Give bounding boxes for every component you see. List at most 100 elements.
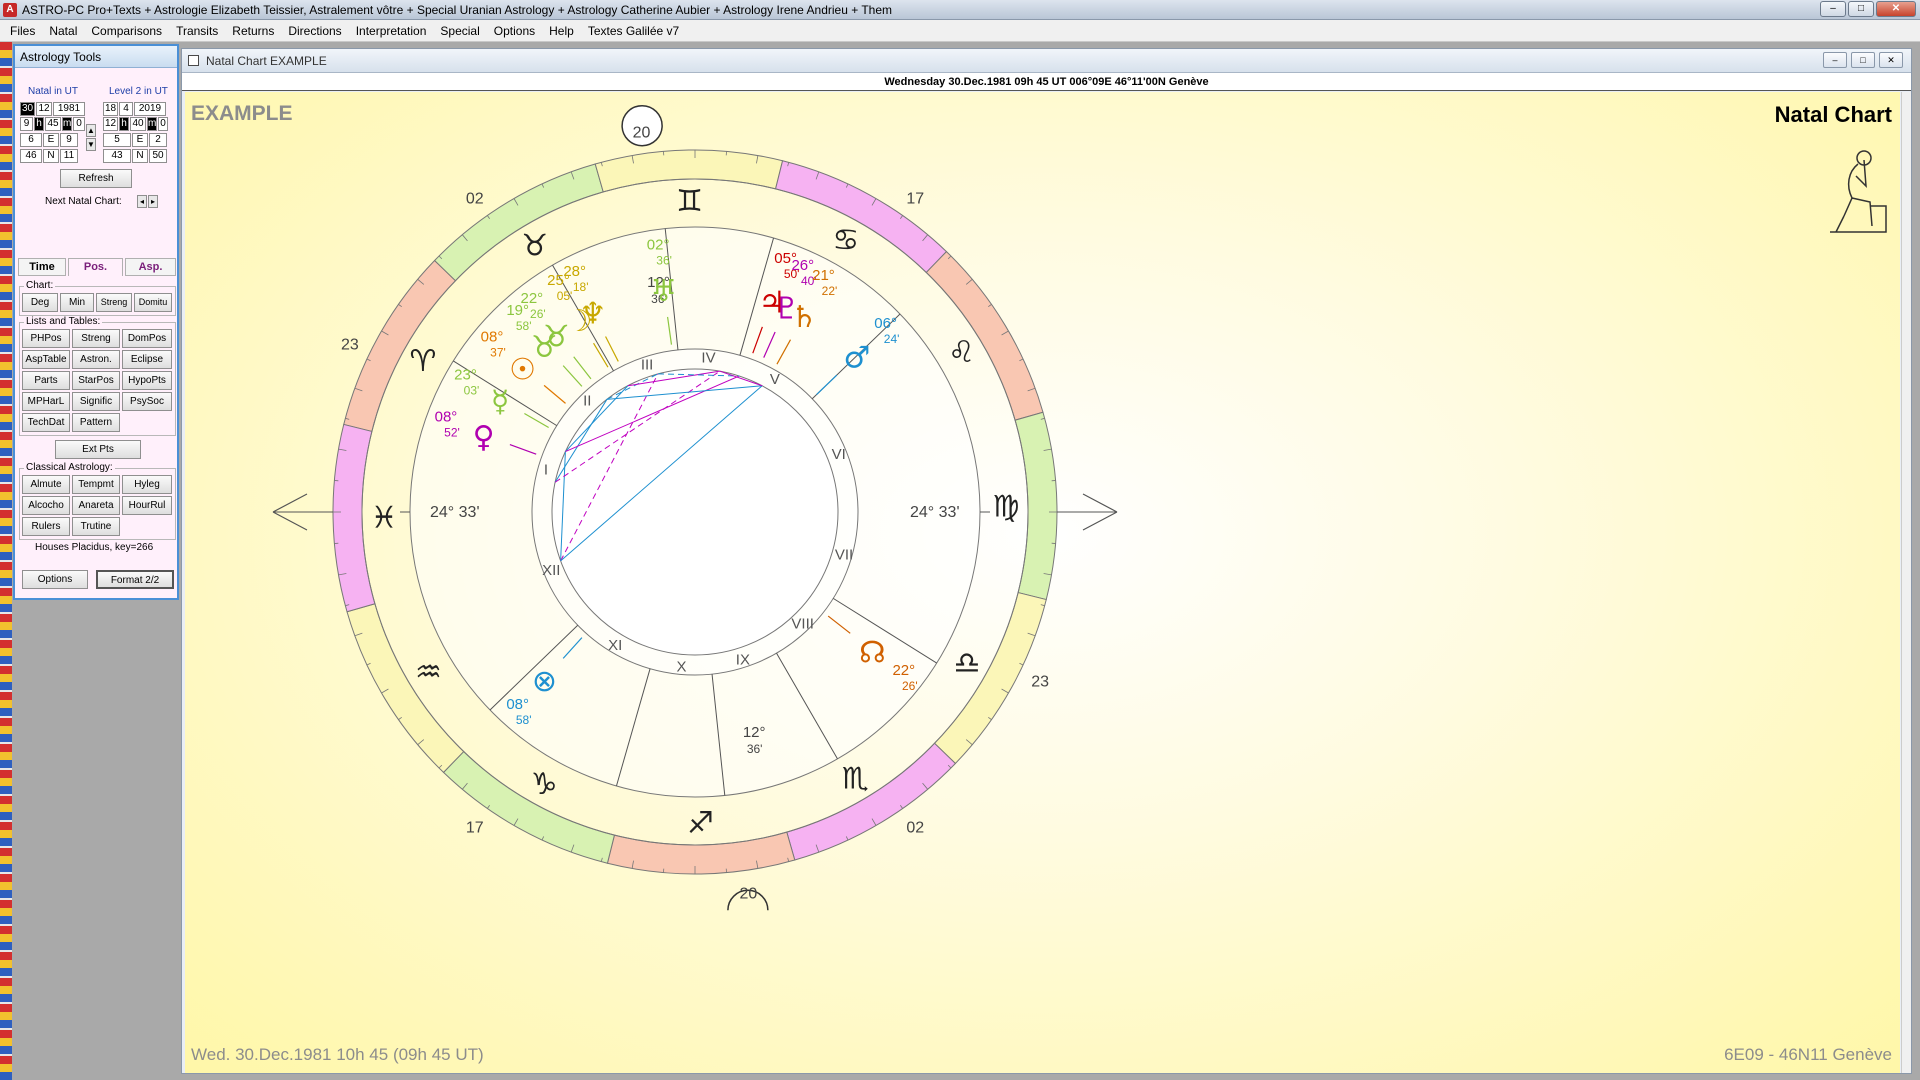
level2-day-field[interactable]: 18 <box>103 102 118 116</box>
refresh-button[interactable]: Refresh <box>60 169 132 188</box>
next-natal-label: Next Natal Chart: <box>45 196 122 207</box>
natal-wheel[interactable]: ♈♉♊♋♌♍♎♏♐♑♒♓IIIIII IVVVIVIIVIIIIXXXIXII20… <box>185 92 1900 1073</box>
natal-lon-dir-field[interactable]: E <box>43 133 59 147</box>
zodiac-sign-icon: ♉ <box>521 228 548 263</box>
menu-special[interactable]: Special <box>433 24 486 38</box>
anareta-button[interactable]: Anareta <box>72 496 120 515</box>
signific-button[interactable]: Signific <box>72 392 120 411</box>
level2-lon-min-field[interactable]: 2 <box>149 133 167 147</box>
menu-interpretation[interactable]: Interpretation <box>349 24 434 38</box>
menu-files[interactable]: Files <box>3 24 42 38</box>
chart-restore-button[interactable]: □ <box>1851 52 1875 68</box>
mpharl-button[interactable]: MPHarL <box>22 392 70 411</box>
level2-month-field[interactable]: 4 <box>119 102 133 116</box>
minimize-button[interactable]: – <box>1820 1 1846 17</box>
techdat-button[interactable]: TechDat <box>22 413 70 432</box>
menu-comparisons[interactable]: Comparisons <box>84 24 169 38</box>
level2-year-field[interactable]: 2019 <box>134 102 166 116</box>
options-button[interactable]: Options <box>22 570 88 589</box>
planet-minute-label: 22' <box>822 284 838 298</box>
natal-lon-min-field[interactable]: 9 <box>60 133 78 147</box>
hourrul-button[interactable]: HourRul <box>122 496 172 515</box>
tab-asp[interactable]: Asp. <box>125 258 176 276</box>
astron-button[interactable]: Astron. <box>72 350 120 369</box>
menu-returns[interactable]: Returns <box>225 24 281 38</box>
format-button[interactable]: Format 2/2 <box>96 570 174 589</box>
spin-down-icon[interactable]: ▼ <box>86 138 96 151</box>
title-bar: A ASTRO-PC Pro+Texts + Astrologie Elizab… <box>0 0 1920 20</box>
vertical-scrollbar[interactable] <box>1901 92 1911 1073</box>
dompos-button[interactable]: DomPos <box>122 329 172 348</box>
domitu-button[interactable]: Domitu <box>134 293 172 312</box>
level2-second-field[interactable]: 0 <box>158 117 168 131</box>
natal-hour-field[interactable]: 9 <box>20 117 33 131</box>
natal-minute-field[interactable]: 45 <box>45 117 61 131</box>
planet-minute-label: 37' <box>490 346 506 360</box>
natal-lat-deg-field[interactable]: 46 <box>20 149 42 163</box>
deg-button[interactable]: Deg <box>22 293 58 312</box>
starpos-button[interactable]: StarPos <box>72 371 120 390</box>
prev-chart-icon[interactable]: ◂ <box>137 195 147 208</box>
psysoc-button[interactable]: PsySoc <box>122 392 172 411</box>
menu-transits[interactable]: Transits <box>169 24 225 38</box>
cusp-degree-label: 23 <box>341 337 359 354</box>
hypopts-button[interactable]: HypoPts <box>122 371 172 390</box>
asc-degree-label: 24° 33' <box>430 504 480 521</box>
trutine-button[interactable]: Trutine <box>72 517 120 536</box>
tempmt-button[interactable]: Tempmt <box>72 475 120 494</box>
menu-textes-galilee[interactable]: Textes Galilée v7 <box>581 24 686 38</box>
asptable-button[interactable]: AspTable <box>22 350 70 369</box>
natal-chart-window: Natal Chart EXAMPLE – □ ✕ Wednesday 30.D… <box>181 48 1912 1074</box>
alcocho-button[interactable]: Alcocho <box>22 496 70 515</box>
streng-list-button[interactable]: Streng <box>72 329 120 348</box>
pattern-button[interactable]: Pattern <box>72 413 120 432</box>
min-button[interactable]: Min <box>60 293 94 312</box>
ext-pts-button[interactable]: Ext Pts <box>55 440 141 459</box>
rulers-button[interactable]: Rulers <box>22 517 70 536</box>
eclipse-button[interactable]: Eclipse <box>122 350 172 369</box>
level2-lon-dir-field[interactable]: E <box>132 133 148 147</box>
natal-year-field[interactable]: 1981 <box>53 102 85 116</box>
natal-lon-deg-field[interactable]: 6 <box>20 133 42 147</box>
tab-pos[interactable]: Pos. <box>68 258 123 276</box>
house-numeral: I <box>544 461 548 478</box>
aspect-circle <box>551 368 839 656</box>
menu-help[interactable]: Help <box>542 24 581 38</box>
natal-month-field[interactable]: 12 <box>36 102 52 116</box>
streng-chart-button[interactable]: Streng <box>96 293 132 312</box>
phpos-button[interactable]: PHPos <box>22 329 70 348</box>
level2-lon-deg-field[interactable]: 5 <box>103 133 131 147</box>
menu-natal[interactable]: Natal <box>42 24 84 38</box>
dsc-degree-label: 24° 33' <box>910 504 960 521</box>
planet-minute-label: 58' <box>516 713 532 727</box>
chart-window-title: Natal Chart EXAMPLE <box>206 54 327 68</box>
level2-hour-field[interactable]: 12 <box>103 117 118 131</box>
chart-close-button[interactable]: ✕ <box>1879 52 1903 68</box>
next-chart-icon[interactable]: ▸ <box>148 195 158 208</box>
tab-time[interactable]: Time <box>18 258 66 276</box>
level2-lat-deg-field[interactable]: 43 <box>103 149 131 163</box>
natal-second-field[interactable]: 0 <box>73 117 85 131</box>
level2-lat-min-field[interactable]: 50 <box>149 149 167 163</box>
planet-degree-label: 28° <box>563 263 586 280</box>
natal-lat-dir-field[interactable]: N <box>43 149 59 163</box>
menu-directions[interactable]: Directions <box>281 24 348 38</box>
spin-up-icon[interactable]: ▲ <box>86 124 96 137</box>
planet-glyph-icon: ⊗ <box>532 664 557 699</box>
window-controls: – □ ✕ <box>1820 1 1916 17</box>
close-button[interactable]: ✕ <box>1876 1 1916 17</box>
natal-lat-min-field[interactable]: 11 <box>60 149 78 163</box>
planet-glyph-icon: ♉ <box>543 320 570 355</box>
level2-lat-dir-field[interactable]: N <box>132 149 148 163</box>
maximize-button[interactable]: □ <box>1848 1 1874 17</box>
parts-button[interactable]: Parts <box>22 371 70 390</box>
level2-minute-field[interactable]: 40 <box>130 117 146 131</box>
natal-day-field[interactable]: 30 <box>20 102 35 116</box>
chart-minimize-button[interactable]: – <box>1823 52 1847 68</box>
zodiac-sign-icon: ♏ <box>842 762 869 797</box>
app-icon: A <box>3 3 17 17</box>
almute-button[interactable]: Almute <box>22 475 70 494</box>
menu-options[interactable]: Options <box>487 24 542 38</box>
hyleg-button[interactable]: Hyleg <box>122 475 172 494</box>
chart-canvas[interactable]: EXAMPLE Natal Chart ♈ ♉ ♊ ♋ ♌ ♍ ♎ ♏ ♐ ♑ ♒ ♓ I II III IV… <box>185 92 1900 1073</box>
